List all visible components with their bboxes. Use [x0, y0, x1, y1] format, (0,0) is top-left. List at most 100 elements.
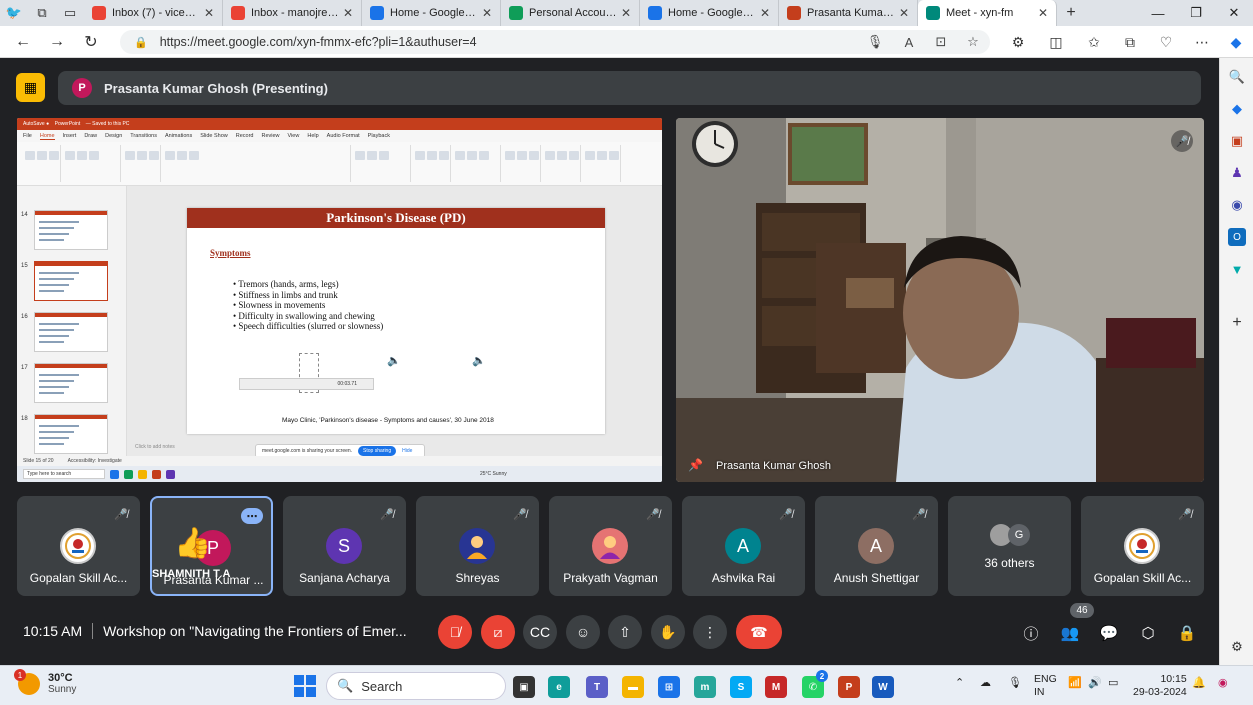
- slide-thumbnail[interactable]: [34, 312, 108, 352]
- tray-microphone-icon[interactable]: 🎙: [1008, 676, 1022, 689]
- people-icon[interactable]: 👥: [1058, 622, 1082, 644]
- system-clock[interactable]: 10:15 29-03-2024: [1133, 673, 1187, 699]
- collections-icon[interactable]: ⧉: [28, 0, 56, 26]
- split-screen-icon[interactable]: ◫: [1042, 30, 1070, 54]
- outlook-icon[interactable]: O: [1228, 228, 1246, 246]
- search-icon[interactable]: 🔍: [1228, 68, 1246, 86]
- read-aloud-icon[interactable]: A: [896, 30, 922, 54]
- back-icon[interactable]: ←: [6, 26, 40, 58]
- wifi-icon[interactable]: 📶: [1068, 676, 1082, 689]
- skype-icon[interactable]: S: [730, 676, 752, 698]
- drop-icon[interactable]: ▼: [1228, 260, 1246, 278]
- start-windows-icon[interactable]: [294, 675, 316, 697]
- browser-tab[interactable]: Home - Google Driv ✕: [362, 0, 501, 26]
- more-menu-icon[interactable]: ⋯: [1188, 30, 1216, 54]
- task-view-icon[interactable]: ▣: [513, 676, 535, 698]
- participant-tile[interactable]: 🎤̸ Gopalan Skill Ac...: [17, 496, 140, 596]
- participant-tile[interactable]: S 🎤̸ Sanjana Acharya: [283, 496, 406, 596]
- slide-thumbnail[interactable]: [34, 210, 108, 250]
- participant-tile[interactable]: G 36 others: [948, 496, 1071, 596]
- new-tab-icon[interactable]: +: [1057, 0, 1085, 26]
- participant-tile[interactable]: 🎤̸ Gopalan Skill Ac...: [1081, 496, 1204, 596]
- edge-icon[interactable]: e: [548, 676, 570, 698]
- add-sidebar-app-icon[interactable]: +: [1228, 314, 1246, 332]
- reload-icon[interactable]: ↻: [74, 26, 108, 58]
- participant-tile[interactable]: A 🎤̸ Anush Shettigar: [815, 496, 938, 596]
- notifications-bell-icon[interactable]: 🔔: [1192, 676, 1206, 689]
- pin-icon[interactable]: 📌: [688, 458, 703, 472]
- mcafee-icon[interactable]: M: [765, 676, 787, 698]
- profile-avatar-icon[interactable]: 🐦: [0, 0, 28, 26]
- tile-more-options-icon[interactable]: ⋯: [241, 508, 263, 524]
- favorite-star-icon[interactable]: ☆: [960, 30, 986, 54]
- close-tab-icon[interactable]: ✕: [760, 6, 770, 20]
- sidebar-settings-icon[interactable]: ⚙: [1228, 638, 1246, 656]
- presenter-camera[interactable]: 🎤̸ 📌 Prasanta Kumar Ghosh: [676, 118, 1204, 482]
- hide-button[interactable]: Hide: [402, 448, 412, 454]
- participant-tile[interactable]: A 🎤̸ Ashvika Rai: [682, 496, 805, 596]
- games-icon[interactable]: ♟: [1228, 164, 1246, 182]
- onedrive-icon[interactable]: ☁: [980, 676, 991, 689]
- captions-button[interactable]: CC: [523, 615, 557, 649]
- battery-icon[interactable]: ▭: [1108, 676, 1118, 689]
- microsoft365-icon[interactable]: ◉: [1228, 196, 1246, 214]
- more-options-button[interactable]: ⋮: [693, 615, 727, 649]
- participant-tile[interactable]: 🎤̸ Prakyath Vagman: [549, 496, 672, 596]
- unpin-presentation-icon[interactable]: ▦: [16, 73, 45, 102]
- participant-tile[interactable]: 🎤̸ Shreyas: [416, 496, 539, 596]
- close-tab-icon[interactable]: ✕: [482, 6, 492, 20]
- copilot-taskbar-icon[interactable]: ◉: [1218, 676, 1228, 689]
- browser-tab[interactable]: Meet - xyn-fm ✕: [918, 0, 1057, 26]
- slide-thumbnail[interactable]: [34, 261, 108, 301]
- browser-tab[interactable]: Inbox - manojreddi ✕: [223, 0, 362, 26]
- copilot-icon[interactable]: ◆: [1222, 30, 1250, 54]
- microphone-icon[interactable]: 🎙: [862, 30, 888, 54]
- close-tab-icon[interactable]: ✕: [621, 6, 631, 20]
- file-explorer-icon[interactable]: ▬: [622, 676, 644, 698]
- maximize-icon[interactable]: ❐: [1176, 0, 1216, 26]
- browser-tab[interactable]: Personal Accounts f ✕: [501, 0, 640, 26]
- show-hidden-icons-chevron[interactable]: ⌃: [955, 676, 964, 689]
- close-tab-icon[interactable]: ✕: [899, 6, 909, 20]
- mdit-app-icon[interactable]: m: [694, 676, 716, 698]
- raise-hand-button[interactable]: ✋: [651, 615, 685, 649]
- close-window-icon[interactable]: ✕: [1214, 0, 1253, 26]
- host-controls-icon[interactable]: 🔒: [1175, 622, 1199, 644]
- browser-tab[interactable]: Home - Google Driv ✕: [640, 0, 779, 26]
- store-icon[interactable]: ⊞: [658, 676, 680, 698]
- tab-actions-icon[interactable]: ▭: [56, 0, 84, 26]
- participant-tile[interactable]: P ⋯ 👍 SHAMNITH T A Prasanta Kumar ...: [150, 496, 273, 596]
- taskbar-search[interactable]: 🔍 Search: [326, 672, 506, 700]
- reactions-button[interactable]: ☺: [566, 615, 600, 649]
- url-field[interactable]: 🔒 https://meet.google.com/xyn-fmmx-efc?p…: [120, 30, 990, 54]
- close-tab-icon[interactable]: ✕: [204, 6, 214, 20]
- lock-icon[interactable]: 🔒: [134, 36, 148, 49]
- language-indicator[interactable]: ENG IN: [1034, 673, 1057, 699]
- powerpoint-app-icon[interactable]: P: [838, 676, 860, 698]
- microphone-toggle-button[interactable]: 🎙̸: [438, 615, 472, 649]
- browser-essentials-icon[interactable]: ♡: [1152, 30, 1180, 54]
- browser-tab[interactable]: Prasanta Kumar Gh ✕: [779, 0, 918, 26]
- slide-thumbnails[interactable]: 14 15 16 17 18: [17, 186, 127, 456]
- camera-toggle-button[interactable]: ⧄: [481, 615, 515, 649]
- volume-icon[interactable]: 🔊: [1088, 676, 1102, 689]
- teams-icon[interactable]: T: [586, 676, 608, 698]
- close-tab-icon[interactable]: ✕: [343, 6, 353, 20]
- meeting-details-icon[interactable]: ⓘ: [1019, 622, 1043, 644]
- chat-icon[interactable]: 💬: [1097, 622, 1121, 644]
- browser-tab[interactable]: Inbox (7) - viceprinc ✕: [84, 0, 223, 26]
- slide-thumbnail[interactable]: [34, 363, 108, 403]
- shopping-tag-icon[interactable]: ◆: [1228, 100, 1246, 118]
- slide-thumbnail[interactable]: [34, 414, 108, 454]
- close-tab-icon[interactable]: ✕: [1038, 6, 1048, 20]
- word-app-icon[interactable]: W: [872, 676, 894, 698]
- minimize-icon[interactable]: —: [1138, 0, 1178, 26]
- forward-icon[interactable]: →: [40, 26, 74, 58]
- extensions-icon[interactable]: ⚙: [1004, 30, 1032, 54]
- toolbox-icon[interactable]: ▣: [1228, 132, 1246, 150]
- leave-call-button[interactable]: ☎: [736, 615, 782, 649]
- favorites-icon[interactable]: ✩: [1080, 30, 1108, 54]
- stop-sharing-button[interactable]: Stop sharing: [358, 446, 397, 456]
- activities-icon[interactable]: ⬡: [1136, 622, 1160, 644]
- shared-screen[interactable]: AutoSave ● PowerPoint — Saved to this PC…: [17, 118, 662, 482]
